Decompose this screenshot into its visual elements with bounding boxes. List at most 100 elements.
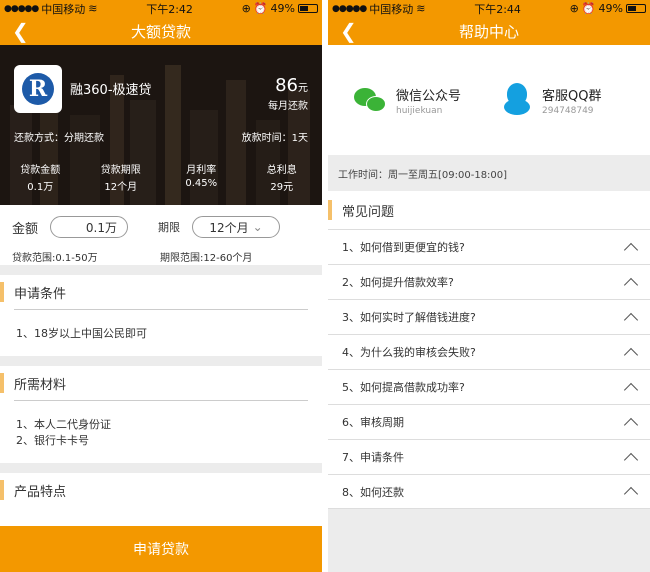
wifi-icon: ≋ [416,2,426,15]
battery-percent: 49% [270,2,295,15]
wechat-id: huijiekuan [396,105,443,116]
conditions-title-text: 申请条件 [14,286,67,302]
chevron-up-icon [623,382,639,397]
stat-loan-term: 贷款期限 12个月 [81,161,162,193]
section-divider [0,463,322,473]
conditions-title: 申请条件 [0,275,322,309]
chevron-up-icon [623,312,639,327]
page-title: 帮助中心 [458,22,519,41]
faq-question: 7、申请条件 [342,451,404,464]
lock-icon: ⊕ [569,2,579,15]
battery-percent: 49% [598,2,623,15]
alarm-icon: ⏰ [581,2,596,15]
back-button[interactable]: ❮ [340,19,357,43]
stat-label: 贷款金额 [20,165,61,176]
back-button[interactable]: ❮ [12,19,29,43]
term-label: 期限 [158,221,181,234]
stat-value: 0.45% [185,178,218,189]
stat-value: 29元 [270,182,294,193]
status-bar: ●●●●● 中国移动 ≋ 下午2:42 ⊕ ⏰ 49% [0,0,322,17]
amount-input[interactable]: 0.1万 [50,216,129,238]
range-hints: 贷款范围:0.1-50万 期限范围:12-60个月 [0,249,322,265]
faq-item[interactable]: 4、为什么我的审核会失败? [328,334,650,369]
faq-question: 3、如何实时了解借钱进度? [342,311,476,324]
stat-value: 0.1万 [27,182,54,193]
features-title: 产品特点 [0,473,322,507]
faq-question: 4、为什么我的审核会失败? [342,346,476,359]
product-name: 融360-极速贷 [70,83,152,98]
clock: 下午2:42 [146,2,193,16]
work-hours: 工作时间：周一至周五[09:00-18:00] [328,155,650,191]
conditions-body: 1、18岁以上中国公民即可 [0,310,322,356]
apply-loan-button[interactable]: 申请贷款 [0,526,322,572]
stat-label: 总利息 [266,165,297,176]
stat-label: 贷款期限 [100,165,141,176]
stat-value: 12个月 [104,182,138,193]
nav-bar: ❮ 帮助中心 [328,17,650,45]
stat-monthly-rate: 月利率 0.45% [161,161,242,193]
faq-item[interactable]: 3、如何实时了解借钱进度? [328,299,650,334]
faq-item[interactable]: 5、如何提高借款成功率? [328,369,650,404]
faq-item[interactable]: 1、如何借到更便宜的钱? [328,229,650,264]
loan-stats: 贷款金额 0.1万 贷款期限 12个月 月利率 0.45% 总利息 29元 [0,161,322,193]
loan-detail-screen: ●●●●● 中国移动 ≋ 下午2:42 ⊕ ⏰ 49% ❮ 大额贷款 R 融36… [0,0,322,572]
faq-item[interactable]: 2、如何提升借款效率? [328,264,650,299]
term-select[interactable]: 12个月 ⌄ [192,216,281,238]
qq-icon [502,83,532,117]
chevron-up-icon [623,242,639,257]
faq-question: 5、如何提高借款成功率? [342,381,465,394]
carrier-label: 中国移动 [41,2,86,16]
materials-title: 所需材料 [0,366,322,400]
wechat-contact[interactable]: 微信公众号 huijiekuan [354,85,502,116]
features-title-text: 产品特点 [14,484,67,500]
materials-title-text: 所需材料 [14,377,67,393]
stat-total-interest: 总利息 29元 [242,161,323,193]
faq-item[interactable]: 8、如何还款 [328,474,650,509]
carrier-label: 中国移动 [369,2,414,16]
monthly-repayment-label: 每月还款 [268,101,308,112]
term-range: 期限范围:12-60个月 [160,253,253,264]
disburse-time: 放款时间：1天 [241,133,308,144]
wifi-icon: ≋ [88,2,98,15]
help-center-screen: ●●●●● 中国移动 ≋ 下午2:44 ⊕ ⏰ 49% ❮ 帮助中心 微信公众号… [328,0,650,572]
faq-question: 8、如何还款 [342,485,404,499]
faq-title-text: 常见问题 [342,204,395,220]
wechat-name: 微信公众号 [396,88,462,104]
material-item: 2、银行卡卡号 [16,434,89,447]
monthly-repayment-unit: 元 [298,83,308,94]
battery-icon [298,4,318,13]
section-divider [0,356,322,366]
status-bar: ●●●●● 中国移动 ≋ 下午2:44 ⊕ ⏰ 49% [328,0,650,17]
faq-question: 2、如何提升借款效率? [342,276,454,289]
chevron-up-icon [623,486,639,502]
term-value: 12个月 [209,220,249,235]
condition-item: 1、18岁以上中国公民即可 [16,327,147,340]
signal-icon: ●●●●● [332,3,367,14]
faq-question: 1、如何借到更便宜的钱? [342,241,465,254]
repayment-info-row: 还款方式：分期还款 放款时间：1天 [14,129,308,144]
rong360-logo-icon: R [22,73,54,105]
chevron-up-icon [623,452,639,467]
materials-body: 1、本人二代身份证 2、银行卡卡号 [0,401,322,463]
nav-bar: ❮ 大额贷款 [0,17,322,45]
chevron-down-icon: ⌄ [252,220,263,234]
page-title: 大额贷款 [130,22,191,41]
faq-item[interactable]: 6、审核周期 [328,404,650,439]
faq-title: 常见问题 [328,191,650,229]
contact-channels: 微信公众号 huijiekuan 客服QQ群 294748749 [328,45,650,155]
chevron-up-icon [623,347,639,362]
faq-list: 1、如何借到更便宜的钱? 2、如何提升借款效率? 3、如何实时了解借钱进度? 4… [328,229,650,509]
stat-label: 月利率 [186,165,217,176]
faq-question: 6、审核周期 [342,416,404,429]
monthly-repayment: 86元 [275,75,308,96]
monthly-repayment-value: 86 [275,75,298,96]
loan-form-row: 金额 0.1万 期限 12个月 ⌄ [0,205,322,249]
faq-item[interactable]: 7、申请条件 [328,439,650,474]
qq-contact[interactable]: 客服QQ群 294748749 [502,83,650,117]
qq-name: 客服QQ群 [542,88,602,104]
amount-value: 0.1万 [85,220,118,235]
product-banner: R 融360-极速贷 86元 每月还款 还款方式：分期还款 放款时间：1天 贷款… [0,45,322,205]
signal-icon: ●●●●● [4,3,39,14]
wechat-icon [354,86,388,114]
alarm-icon: ⏰ [253,2,268,15]
